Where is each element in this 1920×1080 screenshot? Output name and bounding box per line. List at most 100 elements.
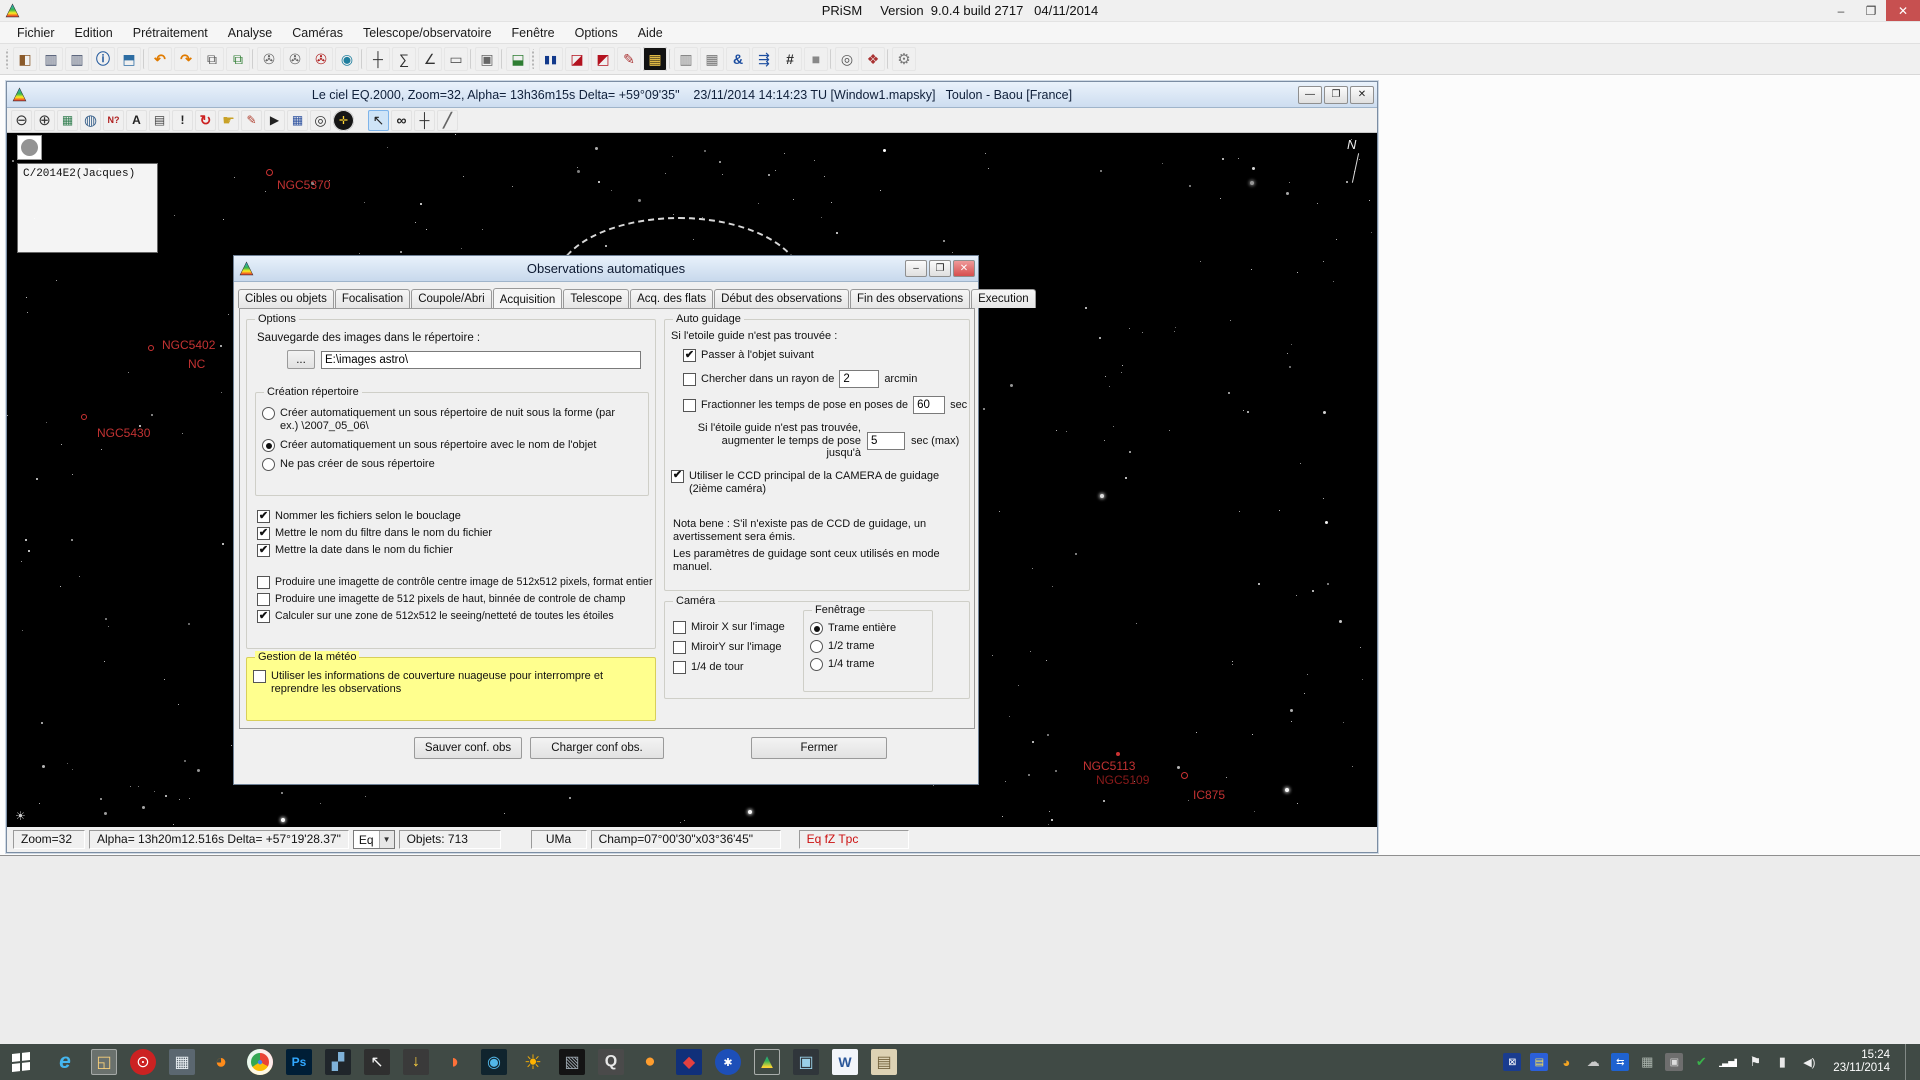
sky-minimize-button[interactable]: — — [1298, 86, 1322, 104]
menu-item[interactable]: Analyse — [219, 24, 281, 42]
sum-frames-icon[interactable]: ∑ — [392, 47, 416, 71]
tray-signal-icon[interactable]: ▁▃▅▇ — [1719, 1053, 1737, 1071]
windowing-radio[interactable]: Trame entière — [810, 622, 932, 635]
levels-icon[interactable]: ◪ — [565, 47, 589, 71]
menu-item[interactable]: Options — [566, 24, 627, 42]
data-table-icon[interactable]: ▦ — [287, 110, 308, 131]
toolbar-grip[interactable] — [6, 49, 11, 69]
histogram-icon[interactable]: ▮▮ — [539, 47, 563, 71]
print-icon[interactable]: ▤ — [149, 110, 170, 131]
contrast-icon[interactable]: ◩ — [591, 47, 615, 71]
windowing-radio[interactable]: 1/2 trame — [810, 640, 932, 653]
taskbar-power-icon[interactable]: ⊙ — [130, 1049, 156, 1075]
select-region-icon[interactable]: ▭ — [444, 47, 468, 71]
taskbar-downloader-icon[interactable]: ↓ — [403, 1049, 429, 1075]
taskbar-eye-icon[interactable]: ◉ — [481, 1049, 507, 1075]
dialog-tab[interactable]: Acq. des flats — [630, 289, 713, 308]
split-exposure-field[interactable] — [913, 396, 945, 414]
use-guide-ccd-checkbox[interactable]: Utiliser le CCD principal de la CAMERA d… — [671, 470, 969, 496]
ephemeris-icon[interactable]: ! — [172, 110, 193, 131]
split-exposure-checkbox[interactable]: Fractionner les temps de pose en poses d… — [683, 396, 969, 414]
image-info-icon[interactable]: ⓘ — [91, 47, 115, 71]
meteo-checkbox[interactable]: Utiliser les informations de couverture … — [253, 670, 655, 696]
toolbar-grip[interactable] — [532, 49, 537, 69]
taskbar-media-blue-icon[interactable]: ◆ — [676, 1049, 702, 1075]
toolbar-separator[interactable] — [501, 49, 504, 69]
tray-card-icon[interactable]: ▤ — [1530, 1053, 1548, 1071]
dialog-tab[interactable]: Acquisition — [493, 288, 563, 309]
import-image-icon[interactable]: ⧉ — [226, 47, 250, 71]
menu-item[interactable]: Caméras — [283, 24, 352, 42]
taskbar-clock[interactable]: 15:24 23/11/2014 — [1827, 1049, 1896, 1075]
astrometry-icon[interactable]: ✇ — [283, 47, 307, 71]
tray-flag-icon[interactable]: ⚑ — [1746, 1053, 1764, 1071]
menu-item[interactable]: Telescope/observatoire — [354, 24, 501, 42]
photometry-icon[interactable]: ✇ — [257, 47, 281, 71]
camera-checkbox[interactable]: MiroirY sur l'image — [673, 641, 785, 654]
pointer-hand-icon[interactable]: ☛ — [218, 110, 239, 131]
augment-exposure-field[interactable] — [867, 432, 905, 450]
script-editor-icon[interactable]: & — [726, 47, 750, 71]
menu-item[interactable]: Prétraitement — [124, 24, 217, 42]
imagette-checkbox[interactable]: Calculer sur une zone de 512x512 le seei… — [257, 610, 652, 623]
toolbar-separator[interactable] — [470, 49, 473, 69]
window-view-icon[interactable]: ▣ — [475, 47, 499, 71]
taskbar-photoshop-icon[interactable]: Ps — [286, 1049, 312, 1075]
mosaic-icon[interactable]: ▥ — [674, 47, 698, 71]
dialog-tab[interactable]: Début des observations — [714, 289, 849, 308]
dialog-close-button[interactable]: ✕ — [953, 260, 975, 277]
taskbar-ie-icon[interactable]: e — [52, 1049, 78, 1075]
zoom-in-icon[interactable]: ⊕ — [34, 110, 55, 131]
imagette-checkbox[interactable]: Produire une imagette de contrôle centre… — [257, 576, 652, 589]
acquire-image-icon[interactable]: ◧ — [13, 47, 37, 71]
crosshair-icon[interactable]: ┼ — [366, 47, 390, 71]
dialog-titlebar[interactable]: Observations automatiques – ❐ ✕ — [234, 256, 978, 282]
taskbar-firefox-icon[interactable]: ◕ — [208, 1049, 234, 1075]
start-button[interactable] — [0, 1044, 42, 1080]
sky-maximize-button[interactable]: ❐ — [1324, 86, 1348, 104]
taskbar-calculator-icon[interactable]: ▦ — [169, 1049, 195, 1075]
dialog-minimize-button[interactable]: – — [905, 260, 927, 277]
dialog-tab[interactable]: Focalisation — [335, 289, 410, 308]
zoom-out-icon[interactable]: ⊖ — [11, 110, 32, 131]
menu-item[interactable]: Fichier — [8, 24, 64, 42]
taskbar-photo-viewer-icon[interactable]: ▞ — [325, 1049, 351, 1075]
camera-checkbox[interactable]: 1/4 de tour — [673, 661, 785, 674]
toolbar-separator[interactable] — [356, 110, 366, 131]
focus-tool-icon[interactable]: ❖ — [861, 47, 885, 71]
batch-process-icon[interactable]: ⇶ — [752, 47, 776, 71]
toolbar-separator[interactable] — [252, 49, 255, 69]
save-path-field[interactable] — [321, 351, 641, 369]
binoculars-icon[interactable]: ∞ — [391, 110, 412, 131]
dialog-close-action-button[interactable]: Fermer — [751, 737, 887, 759]
taskbar-word-icon[interactable]: W — [832, 1049, 858, 1075]
settings-gear-icon[interactable]: ⚙ — [892, 47, 916, 71]
pass-next-object-checkbox[interactable]: Passer à l'objet suivant — [683, 349, 969, 362]
tray-lock-icon[interactable]: ⊠ — [1503, 1053, 1521, 1071]
directory-radio[interactable]: Créer automatiquement un sous répertoire… — [262, 407, 648, 433]
target-scope-icon[interactable]: ✛ — [333, 110, 354, 131]
export-icon[interactable]: ⬓ — [506, 47, 530, 71]
center-cross-icon[interactable]: ┼ — [414, 110, 435, 131]
redo-icon[interactable]: ↷ — [174, 47, 198, 71]
toolbar-separator[interactable] — [143, 49, 146, 69]
taskbar-files-icon[interactable]: ▤ — [871, 1049, 897, 1075]
tray-teamviewer-icon[interactable]: ⇆ — [1611, 1053, 1629, 1071]
annotate-icon[interactable]: A — [126, 110, 147, 131]
save-config-button[interactable]: Sauver conf. obs — [414, 737, 522, 759]
measure-ruler-icon[interactable]: ╱ — [437, 110, 458, 131]
sky-window-titlebar[interactable]: Le ciel EQ.2000, Zoom=32, Alpha= 13h36m1… — [7, 82, 1377, 108]
imagette-checkbox[interactable]: Produire une imagette de 512 pixels de h… — [257, 593, 652, 606]
show-desktop-button[interactable] — [1905, 1044, 1912, 1080]
menu-item[interactable]: Aide — [629, 24, 672, 42]
tray-usb-icon[interactable]: ✔ — [1692, 1053, 1710, 1071]
camera-checkbox[interactable]: Miroir X sur l'image — [673, 621, 785, 634]
coordinate-system-select[interactable]: Eq ▼ — [353, 830, 395, 849]
cursor-select-icon[interactable]: ↖ — [368, 110, 389, 131]
directory-radio[interactable]: Créer automatiquement un sous répertoire… — [262, 439, 648, 452]
sky-close-button[interactable]: ✕ — [1350, 86, 1374, 104]
file-naming-checkbox[interactable]: Mettre la date dans le nom du fichier — [257, 544, 492, 557]
globe-icon[interactable]: ◍ — [80, 110, 101, 131]
dialog-tab[interactable]: Fin des observations — [850, 289, 970, 308]
tray-dock-icon[interactable]: ▣ — [1665, 1053, 1683, 1071]
